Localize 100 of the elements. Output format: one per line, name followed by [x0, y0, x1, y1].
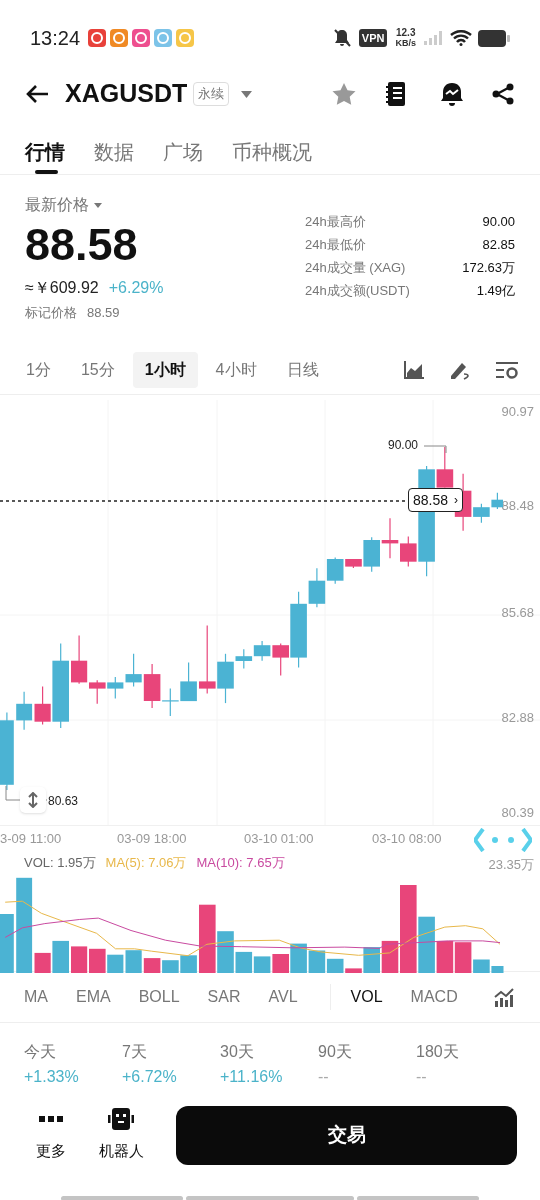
caret-down-icon[interactable]	[94, 202, 102, 208]
period-label: 90天	[318, 1042, 353, 1062]
interval-tab[interactable]: 1分	[14, 351, 63, 388]
page-tab[interactable]: 币种概况	[232, 127, 312, 175]
app-notification-icon	[176, 29, 195, 47]
price-axis-label: 80.39	[501, 805, 534, 821]
notebook-icon[interactable]	[386, 82, 406, 106]
chart-settings-icon[interactable]	[496, 360, 518, 379]
stat-value: 172.63万	[462, 258, 515, 277]
indicator-tab[interactable]: SAR	[207, 985, 241, 1009]
signal-icon	[424, 31, 444, 45]
wifi-icon	[450, 30, 472, 46]
page-tab[interactable]: 广场	[163, 127, 203, 175]
mark-price-label: 标记价格	[25, 304, 77, 322]
candle	[381, 517, 399, 559]
price-change: +6.29%	[108, 278, 164, 298]
high-price-marker: 90.00	[388, 437, 419, 454]
mark-price: 88.59	[87, 304, 120, 322]
candle	[199, 624, 216, 694]
period-change: +11.16%	[220, 1067, 284, 1087]
app-notification-icon	[110, 29, 129, 47]
current-price-tag[interactable]: 88.58 ›	[408, 488, 464, 512]
page-tab[interactable]: 数据	[94, 127, 134, 175]
low-price-marker: 80.63	[48, 793, 79, 810]
page-tab[interactable]: 行情	[25, 127, 65, 175]
period-label: 180天	[416, 1042, 460, 1062]
interval-tab[interactable]: 4小时	[203, 351, 269, 388]
stat-value: 90.00	[482, 212, 515, 231]
volume-bar	[253, 956, 271, 973]
indicator-tab[interactable]: MACD	[410, 985, 458, 1009]
last-price: 88.58	[25, 218, 139, 272]
volume-bar	[0, 914, 14, 973]
price-axis-label: 82.88	[501, 710, 534, 726]
time-axis-label: 03-09 18:00	[117, 830, 187, 848]
price-alert-bell-icon[interactable]	[440, 82, 464, 106]
time-axis-label: 03-10 08:00	[372, 830, 442, 848]
indicator-tab[interactable]: BOLL	[138, 985, 180, 1009]
bottom-action-button[interactable]: 机器人	[96, 1107, 146, 1163]
candle	[180, 661, 197, 702]
time-axis-label: 3-09 11:00	[0, 830, 62, 848]
scroll-to-latest-button[interactable]	[20, 787, 46, 813]
share-icon[interactable]	[492, 83, 514, 105]
candle	[491, 492, 503, 510]
up-down-arrow-icon	[27, 792, 39, 808]
volume-bar	[71, 946, 88, 973]
app-notification-icon	[88, 29, 107, 47]
stat-label: 24h成交量 (XAG)	[305, 258, 406, 277]
time-axis-label: 03-10 01:00	[244, 830, 314, 848]
volume-legend-label: MA(5): 7.06万	[105, 854, 187, 872]
period-change: --	[416, 1067, 428, 1087]
network-speed-unit: KB/s	[395, 38, 416, 49]
volume-bar	[107, 954, 124, 973]
indicator-tab[interactable]: EMA	[76, 985, 111, 1009]
price-label: 最新价格	[25, 195, 89, 215]
price-axis-label: 85.68	[501, 605, 534, 621]
tab-underline	[35, 170, 58, 174]
volume-legend-label: VOL: 1.95万	[24, 854, 96, 872]
interval-tab[interactable]: 1小时	[132, 351, 198, 388]
contract-type-tag: 永续	[193, 82, 230, 106]
interval-tab[interactable]: 15分	[68, 351, 127, 388]
stat-value: 82.85	[482, 235, 515, 254]
volume-axis-label: 23.35万	[488, 856, 534, 874]
period-label: 今天	[24, 1042, 57, 1062]
battery-icon	[478, 29, 510, 47]
chevron-dots-icon[interactable]	[474, 828, 532, 852]
period-change: +1.33%	[24, 1067, 80, 1087]
indicator-chart-icon[interactable]	[494, 987, 514, 1007]
stat-label: 24h最高价	[305, 212, 366, 231]
volume-bar	[89, 948, 106, 973]
cny-price: ≈￥609.92	[25, 278, 99, 298]
stat-label: 24h最低价	[305, 235, 366, 254]
back-arrow-icon[interactable]	[26, 84, 50, 104]
period-change: +6.72%	[122, 1067, 178, 1087]
period-label: 30天	[220, 1042, 255, 1062]
price-axis-label: 88.48	[501, 498, 534, 514]
stat-label: 24h成交额(USDT)	[305, 281, 410, 300]
caret-down-icon[interactable]	[241, 90, 253, 98]
period-change: --	[318, 1067, 330, 1087]
leader-line	[424, 445, 447, 453]
stat-value: 1.49亿	[476, 281, 515, 300]
star-icon[interactable]	[332, 83, 356, 105]
trade-button[interactable]: 交易	[176, 1105, 517, 1165]
vpn-badge: VPN	[358, 28, 388, 48]
bottom-action-button[interactable]: 更多	[26, 1107, 76, 1163]
volume-bar	[162, 960, 179, 973]
network-speed: 12.3	[396, 27, 416, 38]
app-notification-icon	[154, 29, 173, 47]
volume-legend-label: MA(10): 7.65万	[196, 854, 285, 872]
indicator-tab[interactable]: AVL	[268, 985, 298, 1009]
bell-muted-icon	[332, 28, 351, 48]
volume-bar	[180, 955, 197, 973]
indicator-tab[interactable]: VOL	[350, 985, 383, 1009]
app-notification-icon	[132, 29, 151, 47]
indicator-tab[interactable]: MA	[24, 985, 48, 1009]
robot-icon	[108, 1107, 134, 1130]
candle	[16, 691, 33, 731]
interval-tab[interactable]: 日线	[274, 351, 331, 388]
symbol-title: XAGUSDT	[65, 78, 188, 110]
more-dots-icon	[39, 1115, 63, 1122]
area-chart-icon[interactable]	[404, 360, 424, 379]
